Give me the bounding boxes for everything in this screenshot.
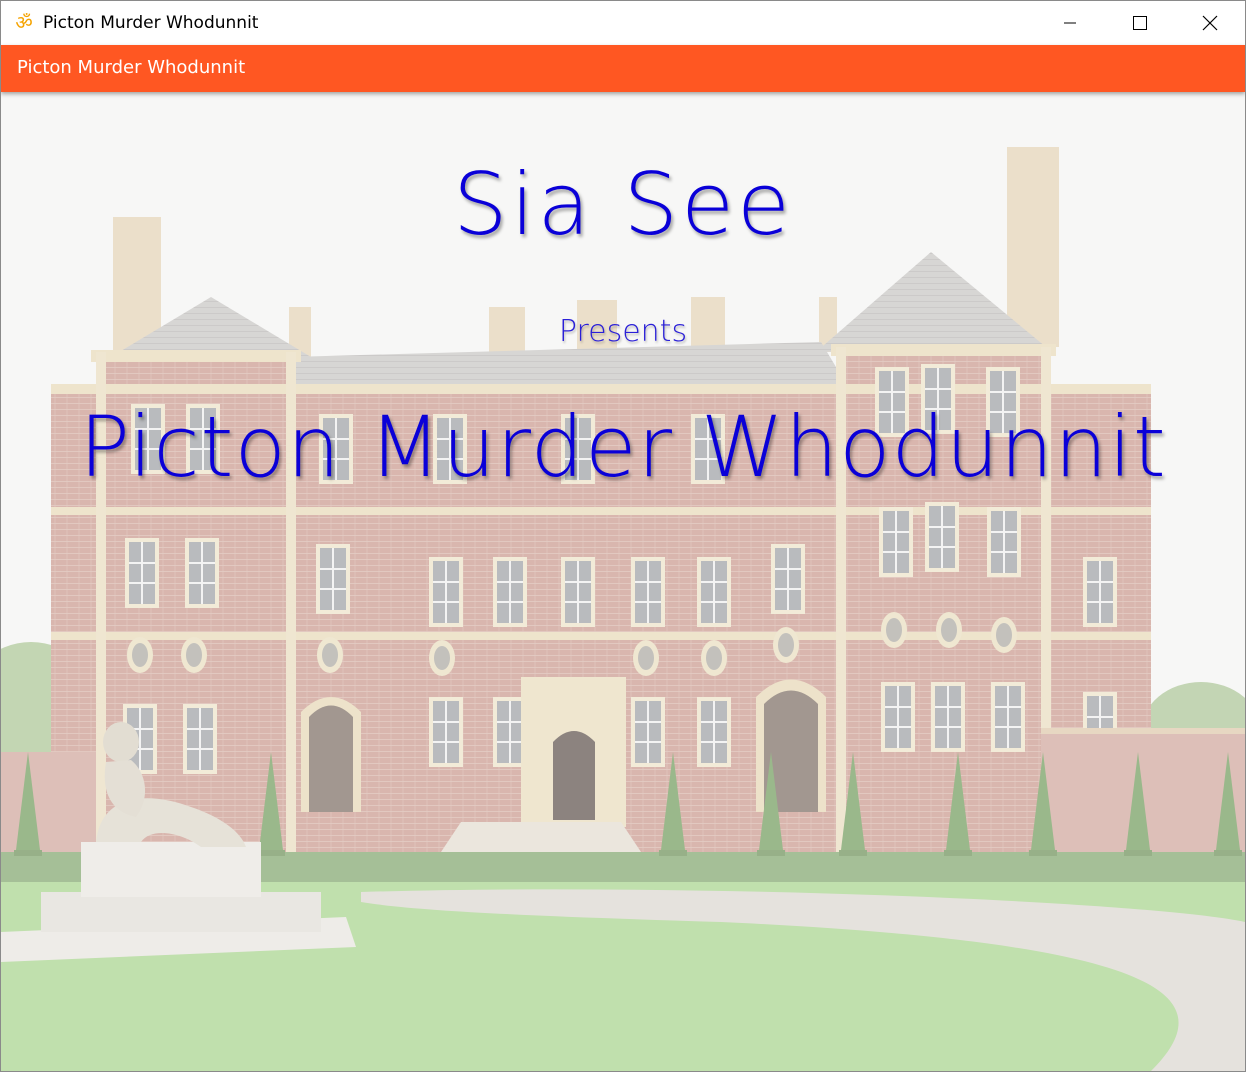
presents-label: Presents [558, 314, 688, 349]
app-bar-title: Picton Murder Whodunnit [17, 57, 246, 78]
author-heading: Sia See [453, 155, 793, 255]
close-button[interactable] [1175, 1, 1245, 45]
maximize-icon [1133, 16, 1147, 30]
window-title: Picton Murder Whodunnit [43, 13, 259, 33]
window-titlebar[interactable]: ॐ Picton Murder Whodunnit [1, 1, 1245, 45]
app-bar: Picton Murder Whodunnit [1, 45, 1245, 92]
maximize-button[interactable] [1105, 1, 1175, 45]
splash-content: Sia See Presents Picton Murder Whodunnit [1, 92, 1245, 1071]
minimize-button[interactable] [1035, 1, 1105, 45]
game-title-heading: Picton Murder Whodunnit [79, 398, 1167, 496]
close-icon [1202, 15, 1218, 31]
om-symbol-icon: ॐ [15, 12, 33, 34]
app-window: ॐ Picton Murder Whodunnit Picton Murder … [0, 0, 1246, 1072]
minimize-icon [1064, 22, 1076, 24]
